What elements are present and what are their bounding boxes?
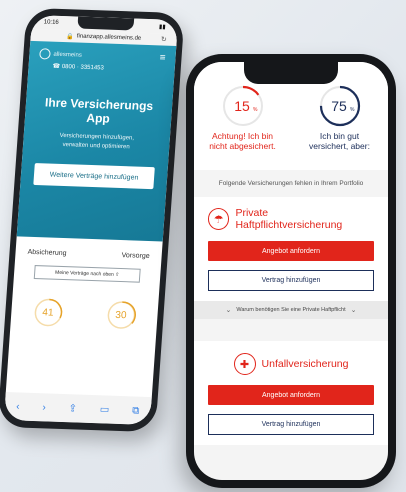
request-offer-button[interactable]: Angebot anfordern <box>208 385 374 405</box>
chevron-down-icon: ⌄ <box>225 307 232 314</box>
spacer <box>194 319 388 341</box>
gauge-ring: 15% <box>222 85 263 127</box>
gauge-vorsorge: 30 <box>105 300 137 331</box>
phone-icon: ☎ <box>52 63 61 70</box>
tabs-icon[interactable]: ⧉ <box>132 405 140 416</box>
back-phone-screen: 10:16 ▮▮ 🔒 finanzapp.allesmeins.de ↻ all… <box>3 14 179 426</box>
back-phone-notch <box>77 16 135 31</box>
arrow-up-icon: ⇧ <box>114 271 120 278</box>
tab-absicherung[interactable]: Absicherung <box>27 249 66 257</box>
gauge-label: Achtung! Ich bin nicht abgesichert. <box>209 131 276 151</box>
why-accordion[interactable]: ⌄ Warum benötigen Sie eine Private Haftp… <box>194 301 388 319</box>
why-text: Warum benötigen Sie eine Private Haftpfl… <box>236 307 346 313</box>
battery-icon: ▮▮ <box>158 23 166 31</box>
tab-vorsorge[interactable]: Vorsorge <box>121 252 150 260</box>
insurance-card-haftpflicht: ☂ Private Haftpflichtversicherung Angebo… <box>194 197 388 301</box>
add-contract-button[interactable]: Vertrag hinzufügen <box>208 414 374 435</box>
chevron-down-icon: ⌄ <box>350 307 357 314</box>
gauges-row: 41 30 <box>10 296 158 331</box>
add-contracts-button[interactable]: Weitere Verträge hinzufügen <box>33 163 155 190</box>
hero-subtitle: Versicherungen hinzufügen, verwalten und… <box>59 132 135 151</box>
front-phone-notch <box>244 62 338 84</box>
umbrella-icon: ☂ <box>208 208 230 230</box>
front-phone-screen: 15% Achtung! Ich bin nicht abgesichert. … <box>194 62 388 480</box>
browser-toolbar: ‹ › ⇪ ▭ ⧉ <box>3 392 152 426</box>
lock-icon: 🔒 <box>66 33 74 40</box>
forward-icon[interactable]: › <box>42 402 46 413</box>
card-title: Private Haftpflichtversicherung <box>235 207 343 231</box>
gauge-unit: % <box>350 107 355 113</box>
gauge-ring: 75% <box>319 85 360 127</box>
url-text: finanzapp.allesmeins.de <box>76 33 142 42</box>
bookmarks-icon[interactable]: ▭ <box>100 404 110 415</box>
back-icon[interactable]: ‹ <box>16 401 20 412</box>
gauge-not-covered: 15% Achtung! Ich bin nicht abgesichert. <box>198 84 288 151</box>
reload-icon[interactable]: ↻ <box>161 35 167 43</box>
missing-insurances-text: Folgende Versicherungen fehlen in Ihrem … <box>218 180 364 187</box>
logo-text: allesmeins <box>53 51 83 59</box>
gauge-value: 30 <box>114 309 127 321</box>
gauge-value: 41 <box>41 306 54 319</box>
gauge-absicherung: 41 <box>32 297 64 328</box>
gauge-unit: % <box>253 107 258 113</box>
request-offer-button[interactable]: Angebot anfordern <box>208 241 374 261</box>
insurance-card-unfall: ✚ Unfallversicherung Angebot anfordern V… <box>194 341 388 445</box>
hero-title: Ihre Versicherungs App <box>44 95 154 126</box>
accident-icon: ✚ <box>233 353 256 375</box>
logo-icon <box>39 48 51 60</box>
card-title: Unfallversicherung <box>261 358 349 370</box>
more-contracts-button[interactable]: Meine Verträge nach oben ⇧ <box>33 265 141 283</box>
gauge-value: 75 <box>331 98 347 114</box>
front-phone: 15% Achtung! Ich bin nicht abgesichert. … <box>186 54 396 488</box>
hero-section: allesmeins ≡ ☎ 0800 · 3351453 Ihre Versi… <box>16 40 177 242</box>
status-time: 10:16 <box>43 19 59 26</box>
back-phone: 10:16 ▮▮ 🔒 finanzapp.allesmeins.de ↻ all… <box>0 7 185 433</box>
gauge-value: 15 <box>234 98 250 114</box>
gauge-well-covered: 75% Ich bin gut versichert, aber: <box>295 84 385 151</box>
brand-logo[interactable]: allesmeins <box>39 48 82 60</box>
share-icon[interactable]: ⇪ <box>68 403 77 414</box>
hamburger-menu-icon[interactable]: ≡ <box>159 52 166 63</box>
gauge-label: Ich bin gut versichert, aber: <box>309 131 370 151</box>
add-contract-button[interactable]: Vertrag hinzufügen <box>208 270 374 291</box>
phone-number[interactable]: ☎ 0800 · 3351453 <box>38 62 164 73</box>
